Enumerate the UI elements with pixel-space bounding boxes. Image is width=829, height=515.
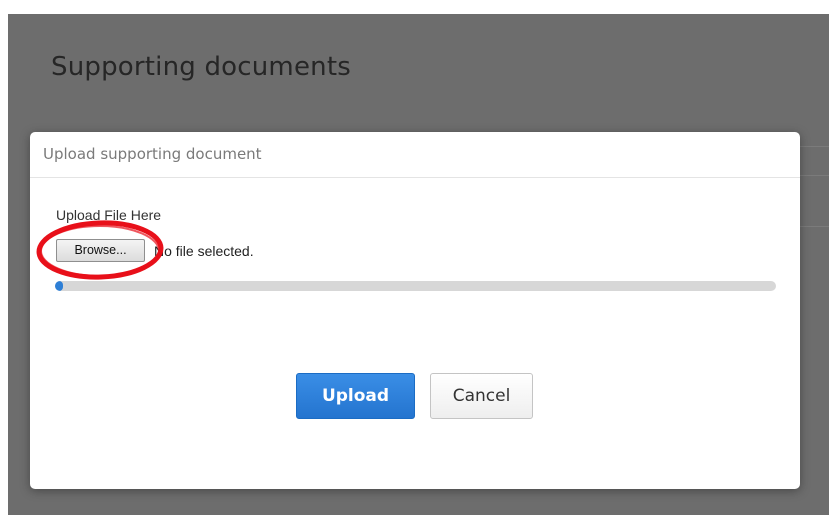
page-title: Supporting documents	[51, 52, 351, 82]
screen: Supporting documents Upload supporting d…	[0, 0, 829, 515]
upload-field-label: Upload File Here	[56, 207, 162, 223]
background-divider	[800, 226, 829, 227]
dialog-header: Upload supporting document	[30, 132, 800, 178]
dialog-title: Upload supporting document	[43, 145, 262, 163]
browse-button[interactable]: Browse...	[56, 239, 145, 262]
file-status-text: No file selected.	[154, 243, 254, 259]
background-divider	[800, 175, 829, 176]
cancel-button[interactable]: Cancel	[430, 373, 533, 419]
upload-progress-fill	[55, 281, 63, 291]
upload-dialog: Upload supporting document Upload File H…	[30, 132, 800, 489]
background-divider	[800, 146, 829, 147]
upload-progress-bar	[55, 281, 776, 291]
upload-button[interactable]: Upload	[296, 373, 415, 419]
